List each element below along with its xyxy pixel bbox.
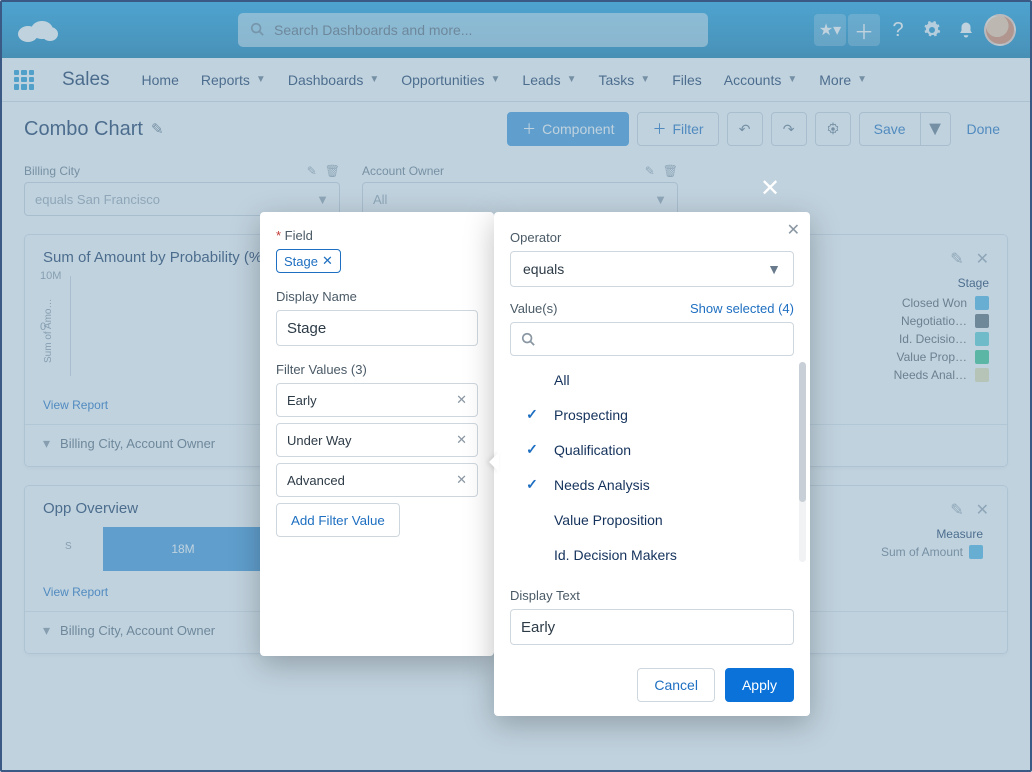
clear-icon[interactable]: ✕	[456, 392, 467, 408]
values-search-input[interactable]	[510, 322, 794, 356]
check-icon: ✓	[522, 476, 542, 493]
values-label: Value(s)	[510, 301, 557, 316]
filter-value-popover: ✕ Operator equals ▼ Value(s) Show select…	[494, 212, 810, 716]
show-selected-link[interactable]: Show selected (4)	[690, 301, 794, 316]
clear-icon[interactable]: ✕	[456, 472, 467, 488]
filter-value-row[interactable]: Advanced✕	[276, 463, 478, 497]
value-option[interactable]: ✓Prospecting	[510, 397, 794, 432]
scrollbar-thumb[interactable]	[799, 362, 806, 502]
value-option[interactable]: Id. Decision Makers	[510, 537, 794, 572]
apply-button[interactable]: Apply	[725, 668, 794, 702]
value-option[interactable]: ✓Needs Analysis	[510, 467, 794, 502]
popover-arrow	[489, 452, 499, 472]
value-option[interactable]: All	[510, 362, 794, 397]
field-pill[interactable]: Stage ✕	[276, 249, 341, 273]
display-text-label: Display Text	[510, 588, 794, 603]
cancel-button[interactable]: Cancel	[637, 668, 715, 702]
value-option[interactable]: ✓Qualification	[510, 432, 794, 467]
check-icon: ✓	[522, 406, 542, 423]
display-name-input[interactable]	[276, 310, 478, 346]
value-options-list: All✓Prospecting✓Qualification✓Needs Anal…	[510, 362, 794, 580]
value-option[interactable]: ✓Perception Analysis	[510, 572, 794, 580]
operator-label: Operator	[510, 230, 794, 245]
field-label: Field	[276, 228, 478, 243]
search-icon	[521, 332, 535, 346]
check-icon: ✓	[522, 441, 542, 458]
display-name-label: Display Name	[276, 289, 478, 304]
display-text-input[interactable]	[510, 609, 794, 645]
add-filter-panel: Field Stage ✕ Display Name Filter Values…	[260, 212, 494, 656]
value-option[interactable]: Value Proposition	[510, 502, 794, 537]
remove-pill-icon[interactable]: ✕	[322, 253, 333, 269]
add-filter-value-button[interactable]: Add Filter Value	[276, 503, 400, 537]
filter-value-row[interactable]: Early✕	[276, 383, 478, 417]
operator-select[interactable]: equals ▼	[510, 251, 794, 287]
close-popover-icon[interactable]: ✕	[787, 220, 800, 240]
close-modal-icon[interactable]: ✕	[760, 174, 780, 203]
clear-icon[interactable]: ✕	[456, 432, 467, 448]
filter-value-row[interactable]: Under Way✕	[276, 423, 478, 457]
chevron-down-icon: ▼	[767, 261, 781, 277]
filter-values-label: Filter Values (3)	[276, 362, 478, 377]
